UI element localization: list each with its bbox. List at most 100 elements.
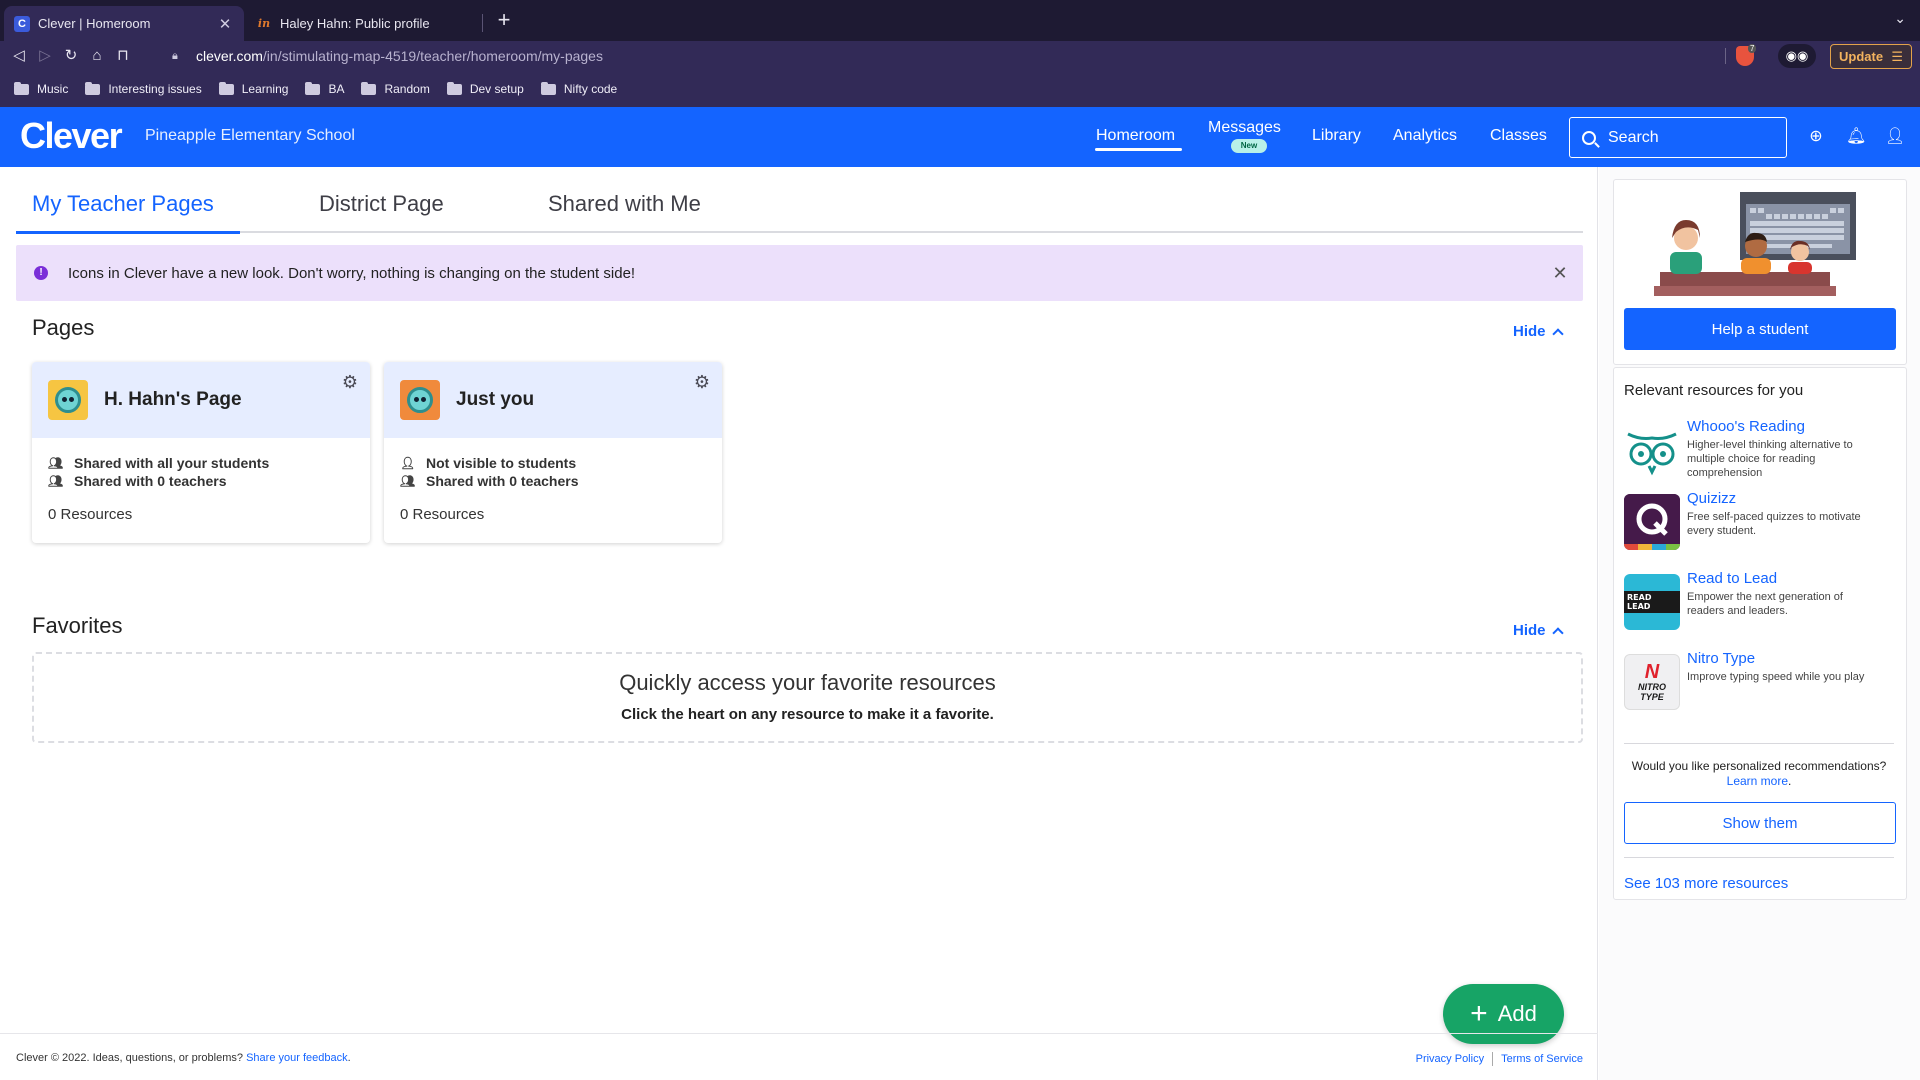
nav-library[interactable]: Library xyxy=(1312,127,1361,145)
search-box[interactable] xyxy=(1569,117,1787,158)
feedback-link[interactable]: Share your feedback xyxy=(246,1052,348,1064)
show-them-button[interactable]: Show them xyxy=(1624,802,1896,844)
resource-name[interactable]: Quizizz xyxy=(1687,490,1736,507)
browser-tab-linkedin[interactable]: in Haley Hahn: Public profile xyxy=(246,6,478,41)
resource-name[interactable]: Whooo's Reading xyxy=(1687,418,1805,435)
tab-title: Haley Hahn: Public profile xyxy=(280,16,430,31)
bookmark-folder[interactable]: Nifty code xyxy=(540,81,617,96)
divider xyxy=(1492,1052,1494,1066)
card-body: 👥︎ Shared with all your students 👥︎ Shared… xyxy=(32,438,370,539)
resource-item[interactable]: N NITRO TYPE Nitro Type Improve typing s… xyxy=(1624,650,1894,714)
nav-classes[interactable]: Classes xyxy=(1490,127,1547,145)
sharing-line: 👥︎ Shared with 0 teachers xyxy=(48,472,354,490)
folder-icon xyxy=(446,81,462,95)
resource-description: Free self-paced quizzes to motivate ever… xyxy=(1687,511,1861,537)
learn-more-link[interactable]: Learn more xyxy=(1727,774,1788,788)
clever-logo[interactable]: Clever xyxy=(20,115,123,157)
info-icon: ! xyxy=(34,266,48,280)
tab-my-teacher-pages[interactable]: My Teacher Pages xyxy=(32,191,214,217)
bookmark-folder[interactable]: Random xyxy=(361,81,430,96)
close-tab-icon[interactable]: ✕ xyxy=(216,15,234,33)
bookmark-label: Random xyxy=(384,82,430,96)
help-lifebuoy-icon[interactable]: ⊕ xyxy=(1806,127,1826,147)
folder-icon xyxy=(85,81,101,95)
search-input[interactable] xyxy=(1608,128,1758,147)
privacy-policy-link[interactable]: Privacy Policy xyxy=(1416,1053,1484,1065)
clever-favicon-icon: C xyxy=(14,15,30,32)
tab-list-chevron-icon[interactable]: ⌄ xyxy=(1894,10,1906,27)
search-icon xyxy=(1582,130,1596,145)
see-more-resources-link[interactable]: See 103 more resources xyxy=(1624,875,1788,892)
browser-tab-clever[interactable]: C Clever | Homeroom ✕ xyxy=(4,6,244,41)
help-a-student-button[interactable]: Help a student xyxy=(1624,308,1896,350)
bookmark-label: Music xyxy=(37,82,69,96)
sharing-line: 👥︎ Shared with all your students xyxy=(48,454,354,472)
resources-title: Relevant resources for you xyxy=(1624,382,1804,399)
pages-hide-button[interactable]: Hide xyxy=(1513,323,1564,340)
new-tab-plus-icon[interactable]: + xyxy=(492,8,516,32)
folder-icon xyxy=(305,81,321,95)
page-card[interactable]: Just you ⚙ 👤︎ Not visible to students 👥︎ S… xyxy=(384,362,722,543)
bookmark-folder[interactable]: Learning xyxy=(218,81,288,96)
update-label: Update xyxy=(1839,49,1884,64)
tab-shared-with-me[interactable]: Shared with Me xyxy=(548,191,701,217)
forward-icon[interactable]: ▷ xyxy=(34,45,56,67)
footer: Clever © 2022. Ideas, questions, or prob… xyxy=(0,1033,1598,1080)
bookmark-folder[interactable]: Interesting issues xyxy=(85,81,202,96)
banner-text: Icons in Clever have a new look. Don't w… xyxy=(68,264,636,282)
folder-icon xyxy=(218,81,234,95)
card-header: H. Hahn's Page ⚙ xyxy=(32,362,370,438)
gear-icon[interactable]: ⚙ xyxy=(694,372,710,393)
menu-lines-icon: ☰ xyxy=(1891,48,1903,64)
url-path: /in/stimulating-map-4519/teacher/homeroo… xyxy=(262,48,603,64)
resource-item[interactable]: Whooo's Reading Higher-level thinking al… xyxy=(1624,418,1894,482)
favorites-empty-state: Quickly access your favorite resources C… xyxy=(32,652,1583,743)
people-icon: 👥︎ xyxy=(48,456,64,470)
favorites-title: Favorites xyxy=(32,613,123,638)
bookmarks-bar: Music Interesting issues Learning BA Ran… xyxy=(0,71,1920,107)
footer-links: Privacy Policy Terms of Service xyxy=(1416,1052,1583,1066)
back-icon[interactable]: ◁ xyxy=(8,45,30,67)
person-icon: 👤︎ xyxy=(400,456,416,470)
card-title: Just you xyxy=(456,389,535,410)
notifications-bell-icon[interactable]: 🔔︎ xyxy=(1846,127,1866,147)
people-icon: 👥︎ xyxy=(48,474,64,488)
bookmark-icon[interactable]: ⊓ xyxy=(112,45,134,67)
nav-analytics[interactable]: Analytics xyxy=(1393,127,1457,145)
favorites-hide-button[interactable]: Hide xyxy=(1513,622,1564,639)
tab-separator xyxy=(482,14,483,32)
resource-description: Empower the next generation of readers a… xyxy=(1687,591,1843,617)
resource-count: 0 Resources xyxy=(400,506,485,523)
resource-count: 0 Resources xyxy=(48,506,133,523)
right-sidebar: Help a student Relevant resources for yo… xyxy=(1599,167,1920,1080)
gear-icon[interactable]: ⚙ xyxy=(342,372,358,393)
resource-item[interactable]: Quizizz Free self-paced quizzes to motiv… xyxy=(1624,490,1894,554)
personalized-text: Would you like personalized recommendati… xyxy=(1631,759,1887,773)
resource-description: Higher-level thinking alternative to mul… xyxy=(1687,439,1853,479)
bookmark-folder[interactable]: Music xyxy=(14,81,69,96)
tab-district-page[interactable]: District Page xyxy=(319,191,444,217)
linkedin-favicon-icon: in xyxy=(257,17,271,30)
user-profile-icon[interactable]: 👤︎ xyxy=(1885,127,1905,147)
page-card[interactable]: H. Hahn's Page ⚙ 👥︎ Shared with all your … xyxy=(32,362,370,543)
plus-icon: + xyxy=(1470,997,1488,1030)
hide-label: Hide xyxy=(1513,323,1546,340)
update-button[interactable]: Update ☰ xyxy=(1830,44,1912,69)
visibility-line: 👤︎ Not visible to students xyxy=(400,454,706,472)
nav-messages[interactable]: Messages xyxy=(1208,119,1281,137)
bookmark-folder[interactable]: Dev setup xyxy=(446,81,524,96)
reload-icon[interactable]: ↻ xyxy=(60,45,82,67)
bookmark-folder[interactable]: BA xyxy=(305,81,344,96)
resource-item[interactable]: READ LEAD Read to Lead Empower the next … xyxy=(1624,570,1894,634)
bookmark-label: Dev setup xyxy=(469,82,524,96)
close-icon[interactable]: ✕ xyxy=(1549,262,1571,284)
nav-homeroom[interactable]: Homeroom xyxy=(1096,127,1175,145)
resource-name[interactable]: Nitro Type xyxy=(1687,650,1755,667)
read-to-lead-logo-text: READ LEAD xyxy=(1624,591,1680,613)
home-icon[interactable]: ⌂ xyxy=(86,45,108,67)
url-field[interactable]: 🔒︎ clever.com/in/stimulating-map-4519/te… xyxy=(172,44,1764,68)
private-glasses-icon[interactable]: ◉◉ xyxy=(1778,44,1816,68)
resource-name[interactable]: Read to Lead xyxy=(1687,570,1777,587)
terms-of-service-link[interactable]: Terms of Service xyxy=(1501,1053,1583,1065)
card-header: Just you ⚙ xyxy=(384,362,722,438)
